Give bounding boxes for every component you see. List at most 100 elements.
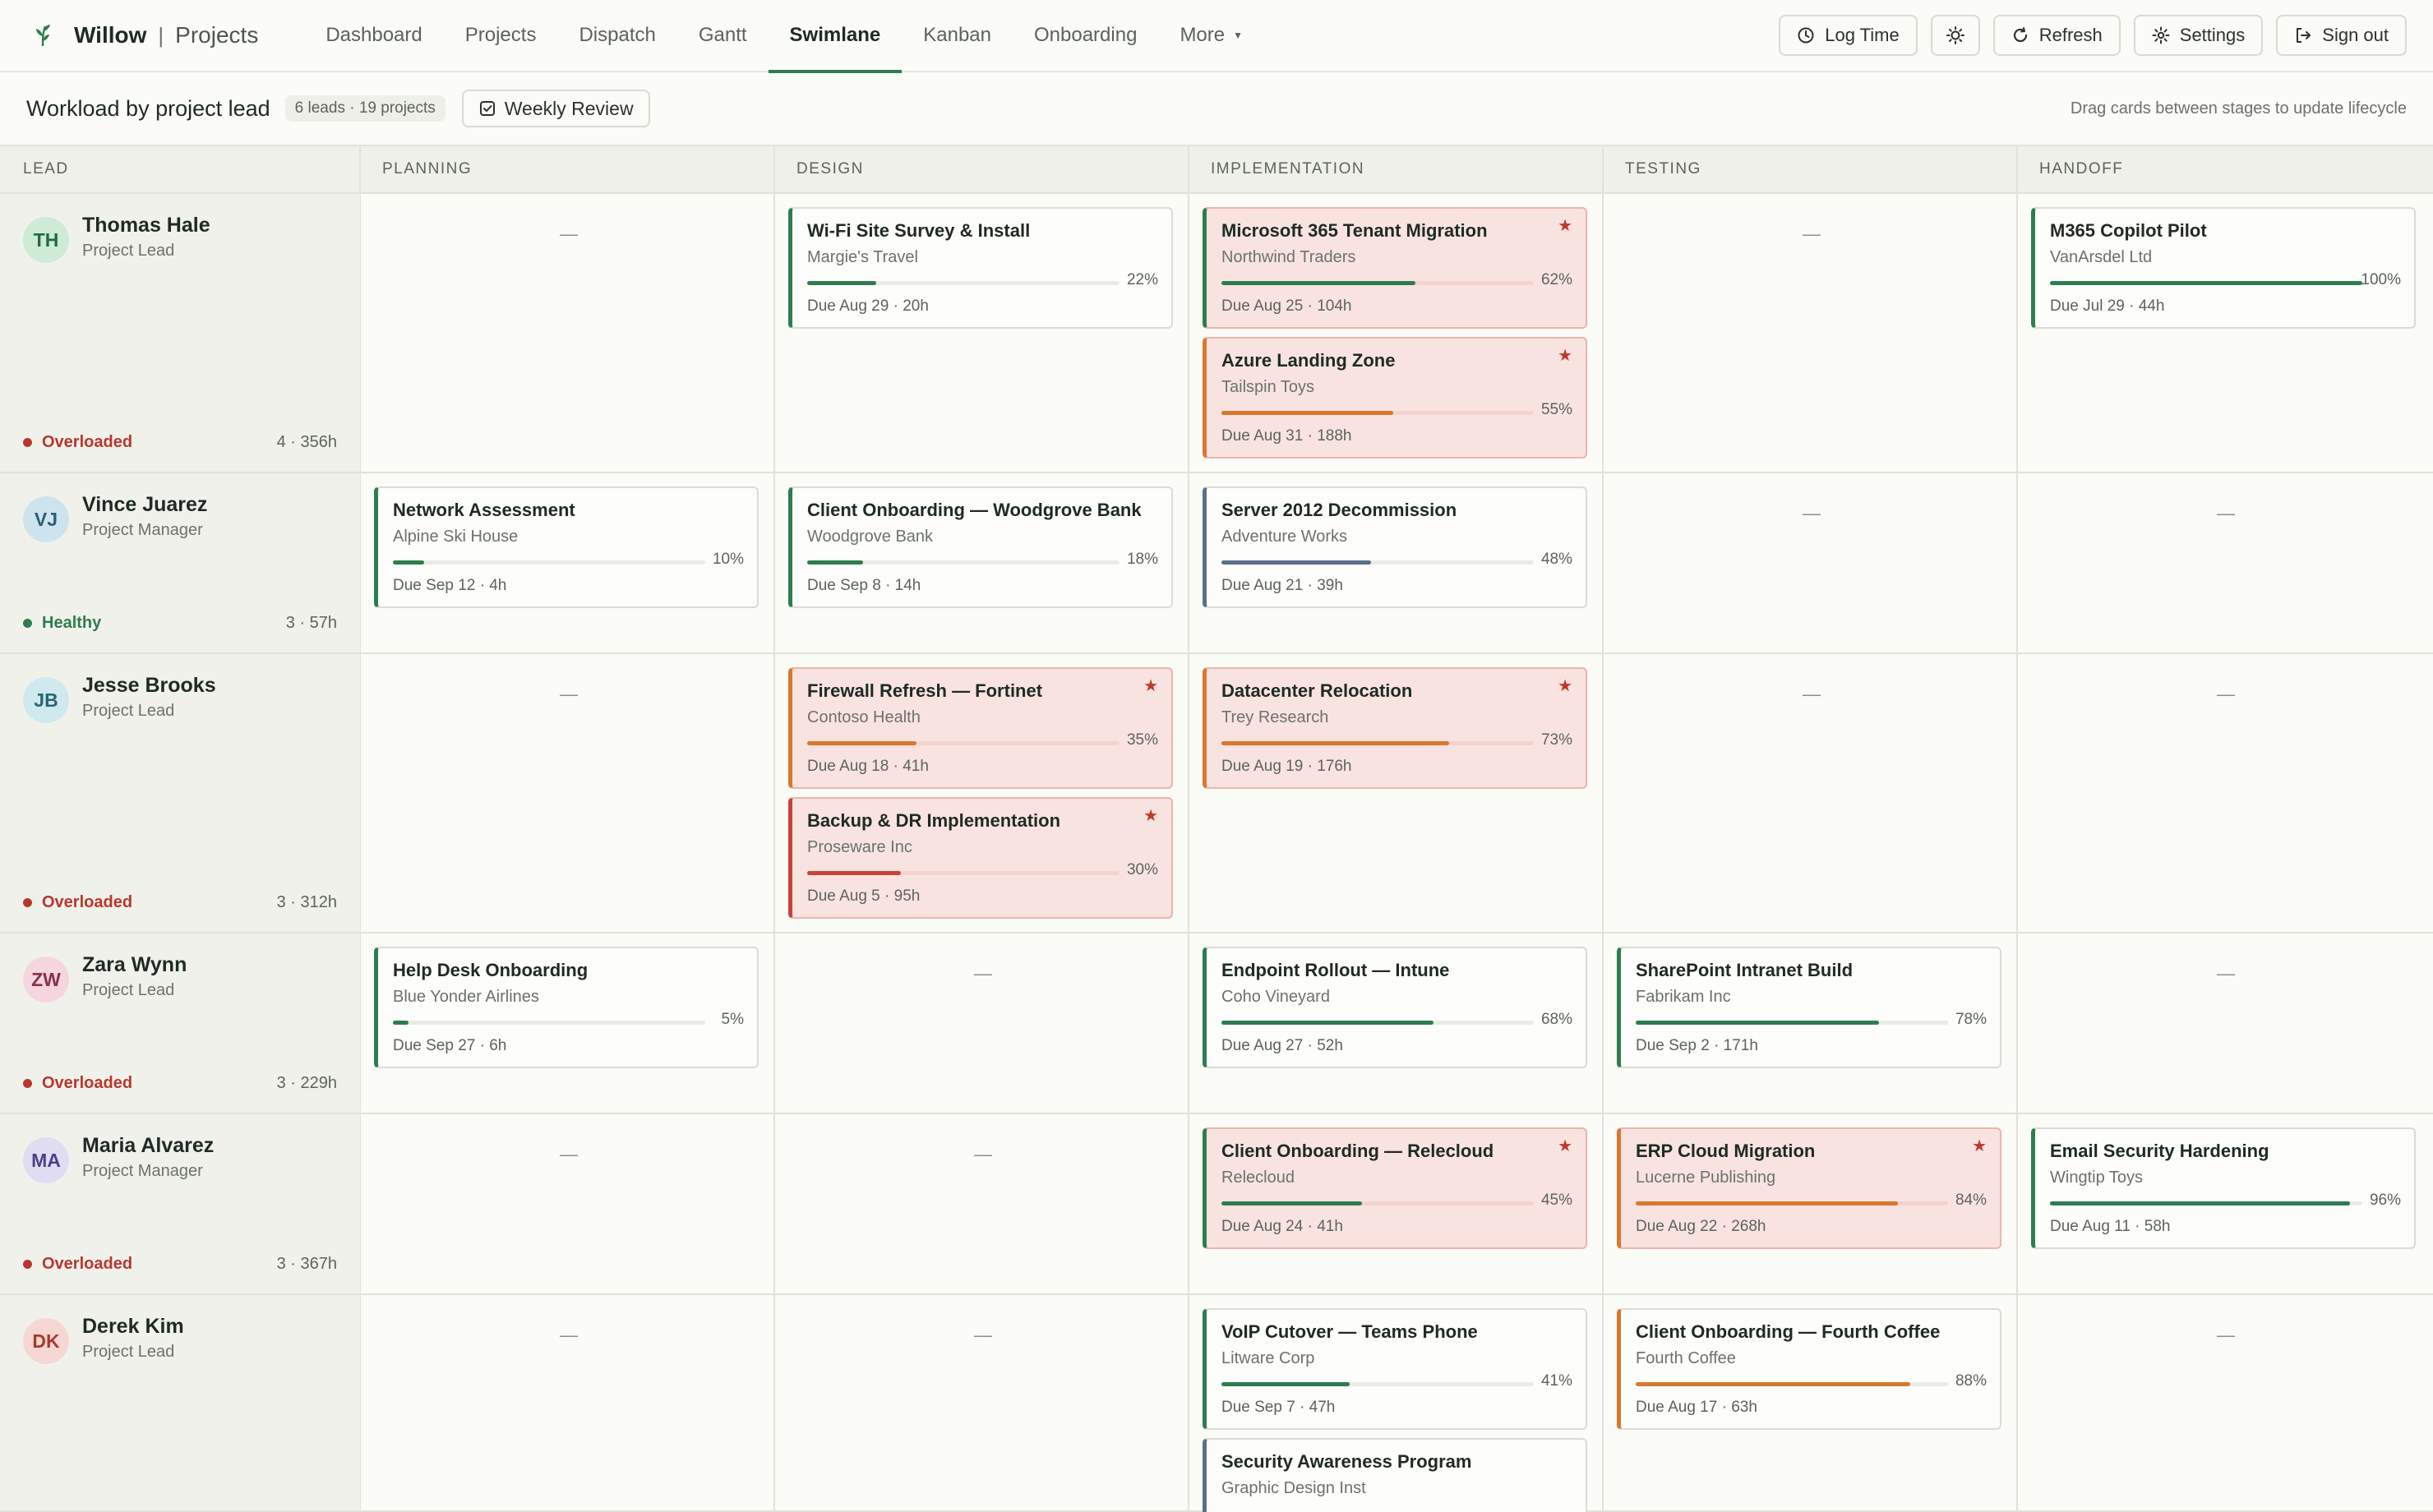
card-title: M365 Copilot Pilot xyxy=(2050,220,2207,241)
card-client: Northwind Traders xyxy=(1221,248,1356,266)
card-title: Azure Landing Zone xyxy=(1221,350,1396,371)
lead-cell[interactable]: MA Maria Alvarez Project Manager Overloaded… xyxy=(0,1114,360,1293)
swimlane-row: DK Derek Kim Project Lead VoIP Cutover — Te… xyxy=(0,1295,2433,1512)
tab-dispatch[interactable]: Dispatch xyxy=(557,0,676,71)
project-card[interactable]: SharePoint Intranet Build Fabrikam Inc 78%… xyxy=(1617,947,2001,1068)
card-title: Network Assessment xyxy=(393,500,575,520)
project-card[interactable]: Endpoint Rollout — Intune Coho Vineyard 68… xyxy=(1203,947,1587,1068)
progress-percent: 22% xyxy=(1126,271,1158,288)
project-card[interactable]: Backup & DR Implementation Proseware Inc ★… xyxy=(788,797,1173,919)
lead-cell[interactable]: TH Thomas Hale Project Lead Overloaded 4 · 3… xyxy=(0,194,360,472)
card-due: Due Aug 21 · 39h xyxy=(1221,577,1343,594)
card-client: Fabrikam Inc xyxy=(1636,988,1731,1006)
tab-gantt[interactable]: Gantt xyxy=(677,0,769,71)
progress-percent: 62% xyxy=(1540,271,1572,288)
progress-track xyxy=(1221,741,1534,745)
log-time-label: Log Time xyxy=(1825,25,1900,45)
lead-cell[interactable]: DK Derek Kim Project Lead xyxy=(0,1295,360,1510)
project-card[interactable]: Network Assessment Alpine Ski House 10% Due… xyxy=(374,486,759,608)
project-card[interactable]: Azure Landing Zone Tailspin Toys ★ 55% Due A… xyxy=(1203,337,1587,459)
tab-dashboard[interactable]: Dashboard xyxy=(304,0,443,71)
project-card[interactable]: Server 2012 Decommission Adventure Works 4… xyxy=(1203,486,1587,608)
board-subheader: Workload by project lead 6 leads · 19 pr… xyxy=(0,72,2433,145)
settings-button[interactable]: Settings xyxy=(2133,15,2264,56)
lead-cell[interactable]: VJ Vince Juarez Project Manager Healthy 3 · … xyxy=(0,473,360,652)
progress-fill xyxy=(1636,1382,1911,1386)
main-nav: Dashboard Projects Dispatch Gantt Swimla… xyxy=(304,0,1264,73)
progress-fill xyxy=(2050,281,2362,285)
card-due: Due Jul 29 · 44h xyxy=(2050,297,2165,315)
lead-role: Project Manager xyxy=(82,1162,203,1180)
progress-fill xyxy=(1221,281,1415,285)
project-card[interactable]: ERP Cloud Migration Lucerne Publishing ★ 84… xyxy=(1617,1127,2001,1249)
page-title: Workload by project lead xyxy=(26,95,270,121)
project-card[interactable]: Security Awareness Program Graphic Design… xyxy=(1203,1438,1587,1512)
status-badge: Overloaded xyxy=(23,1255,132,1274)
tab-kanban[interactable]: Kanban xyxy=(902,0,1013,71)
lead-cell[interactable]: ZW Zara Wynn Project Lead Overloaded 3 · 229… xyxy=(0,933,360,1113)
sign-out-icon xyxy=(2297,28,2311,43)
avatar: DK xyxy=(23,1318,69,1364)
star-icon: ★ xyxy=(1972,1137,1987,1155)
progress-track xyxy=(1221,281,1534,285)
card-title: ERP Cloud Migration xyxy=(1636,1141,1816,1161)
project-card[interactable]: Help Desk Onboarding Blue Yonder Airlines… xyxy=(374,947,759,1068)
progress-track xyxy=(807,741,1120,745)
lead-name: Vince Juarez xyxy=(82,493,208,516)
theme-toggle-button[interactable] xyxy=(1930,15,1980,56)
card-client: Lucerne Publishing xyxy=(1636,1169,1776,1187)
empty-cell-planning: — xyxy=(560,1144,578,1164)
status-label: Overloaded xyxy=(42,1074,133,1092)
log-time-button[interactable]: Log Time xyxy=(1779,15,1918,56)
star-icon: ★ xyxy=(1143,677,1158,695)
progress-fill xyxy=(1221,560,1372,565)
progress-percent: 100% xyxy=(2361,271,2401,288)
progress-percent: 10% xyxy=(712,551,744,568)
tab-swimlane[interactable]: Swimlane xyxy=(768,0,903,73)
tab-label: Dashboard xyxy=(325,24,422,46)
column-header-handoff: HANDOFF xyxy=(2018,145,2433,194)
progress-percent: 68% xyxy=(1540,1011,1572,1028)
column-header-lead: LEAD xyxy=(0,145,361,194)
status-badge: Overloaded xyxy=(23,433,132,452)
lead-name: Maria Alvarez xyxy=(82,1134,215,1157)
status-badge: Overloaded xyxy=(23,893,132,912)
sign-out-button[interactable]: Sign out xyxy=(2276,15,2407,56)
project-card[interactable]: Datacenter Relocation Trey Research ★ 73% Du… xyxy=(1203,667,1587,789)
status-label: Healthy xyxy=(42,614,102,632)
project-card[interactable]: Client Onboarding — Woodgrove Bank Woodgr… xyxy=(788,486,1173,608)
caret-down-icon: ▼ xyxy=(1233,30,1244,41)
card-title: Client Onboarding — Fourth Coffee xyxy=(1636,1321,1941,1342)
tab-onboarding[interactable]: Onboarding xyxy=(1013,0,1158,71)
top-navigation-bar: Willow | Projects Dashboard Projects Dis… xyxy=(0,0,2433,73)
project-card[interactable]: Email Security Hardening Wingtip Toys 96% D… xyxy=(2031,1127,2416,1249)
refresh-button[interactable]: Refresh xyxy=(1992,15,2121,56)
project-card[interactable]: VoIP Cutover — Teams Phone Litware Corp 41… xyxy=(1203,1308,1587,1430)
weekly-review-button[interactable]: Weekly Review xyxy=(461,90,650,127)
card-due: Due Sep 2 · 171h xyxy=(1636,1037,1758,1054)
refresh-icon xyxy=(2013,27,2027,43)
progress-percent: 18% xyxy=(1126,551,1158,568)
progress-percent: 96% xyxy=(2369,1192,2401,1209)
card-title: Help Desk Onboarding xyxy=(393,960,589,980)
lead-role: Project Lead xyxy=(82,702,175,720)
brand[interactable]: Willow | Projects xyxy=(26,19,258,52)
card-client: Wingtip Toys xyxy=(2050,1169,2144,1187)
progress-percent: 88% xyxy=(1955,1372,1987,1390)
tab-more[interactable]: More ▼ xyxy=(1158,0,1264,71)
project-card[interactable]: Client Onboarding — Relecloud Relecloud ★ 4… xyxy=(1203,1127,1587,1249)
project-card[interactable]: M365 Copilot Pilot VanArsdel Ltd 100% Due J… xyxy=(2031,207,2416,329)
project-card[interactable]: Firewall Refresh — Fortinet Contoso Healt… xyxy=(788,667,1173,789)
avatar: TH xyxy=(23,217,69,263)
card-title: Client Onboarding — Relecloud xyxy=(1221,1141,1494,1161)
card-due: Due Sep 8 · 14h xyxy=(807,577,921,594)
project-card[interactable]: Microsoft 365 Tenant Migration Northwind … xyxy=(1203,207,1587,329)
project-card[interactable]: Client Onboarding — Fourth Coffee Fourth … xyxy=(1617,1308,2001,1430)
progress-track xyxy=(393,560,705,565)
status-badge: Healthy xyxy=(23,614,101,633)
lead-cell[interactable]: JB Jesse Brooks Project Lead Overloaded 3 · … xyxy=(0,654,360,932)
status-dot-icon xyxy=(23,619,32,628)
progress-percent: 5% xyxy=(721,1011,744,1028)
tab-projects[interactable]: Projects xyxy=(444,0,558,71)
project-card[interactable]: Wi-Fi Site Survey & Install Margie's Trav… xyxy=(788,207,1173,329)
